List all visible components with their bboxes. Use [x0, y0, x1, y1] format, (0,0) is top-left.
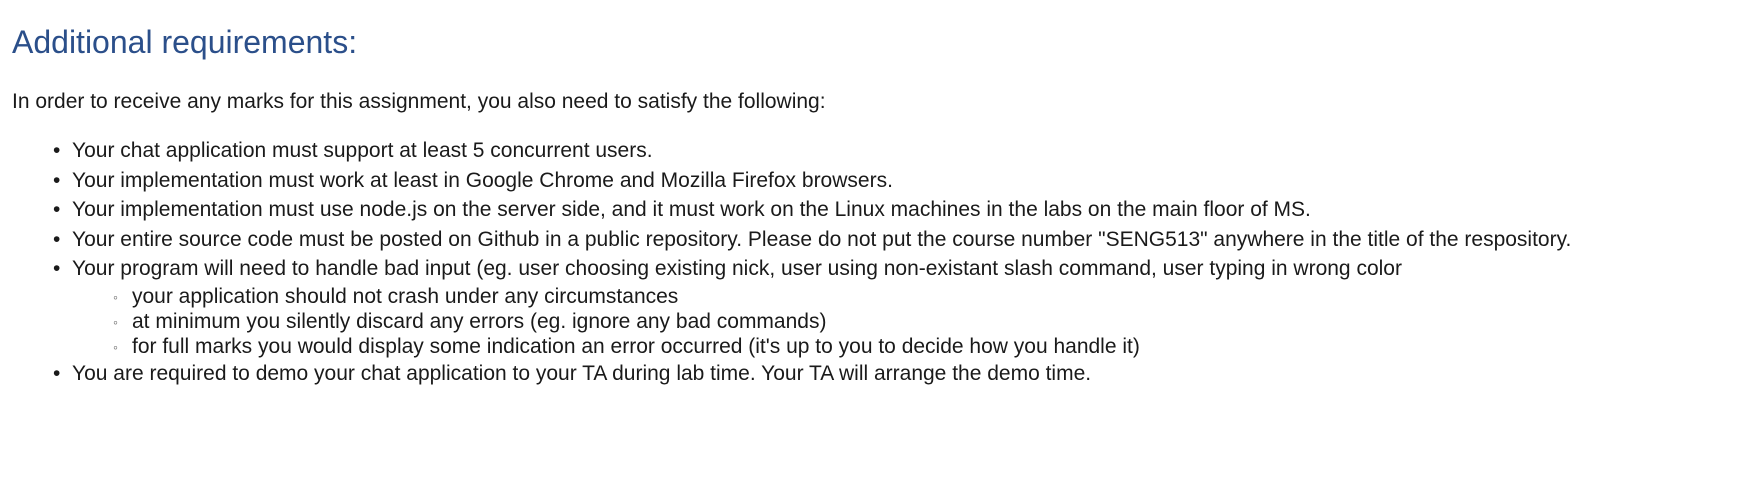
requirement-item: Your entire source code must be posted o… [53, 225, 1682, 255]
requirement-text: Your program will need to handle bad inp… [72, 257, 1402, 280]
requirement-item: You are required to demo your chat appli… [53, 359, 1682, 389]
sub-list-item: at minimum you silently discard any erro… [113, 309, 1682, 336]
document-page: Additional requirements: In order to rec… [0, 0, 1756, 485]
requirement-sub-list: your application should not crash under … [72, 284, 1682, 361]
intro-paragraph: In order to receive any marks for this a… [12, 90, 826, 113]
requirement-item: Your chat application must support at le… [53, 136, 1682, 166]
sub-item-text: at minimum you silently discard any erro… [132, 309, 827, 333]
requirement-text: You are required to demo your chat appli… [72, 361, 1092, 385]
sub-item-text: for full marks you would display some in… [132, 334, 1140, 358]
requirement-item: Your program will need to handle bad inp… [53, 254, 1682, 361]
sub-list-item: your application should not crash under … [113, 284, 1682, 311]
requirement-item: Your implementation must use node.js on … [53, 195, 1682, 225]
requirements-list: Your chat application must support at le… [12, 136, 1682, 388]
requirement-text: Your chat application must support at le… [72, 139, 653, 162]
requirement-text: Your implementation must work at least i… [72, 168, 893, 192]
section-heading: Additional requirements: [12, 24, 358, 60]
requirement-item: Your implementation must work at least i… [53, 166, 1682, 196]
requirement-text: Your implementation must use node.js on … [72, 198, 1311, 221]
sub-list-item: for full marks you would display some in… [113, 334, 1682, 361]
sub-item-text: your application should not crash under … [132, 284, 679, 308]
requirement-text: Your entire source code must be posted o… [72, 227, 1572, 251]
